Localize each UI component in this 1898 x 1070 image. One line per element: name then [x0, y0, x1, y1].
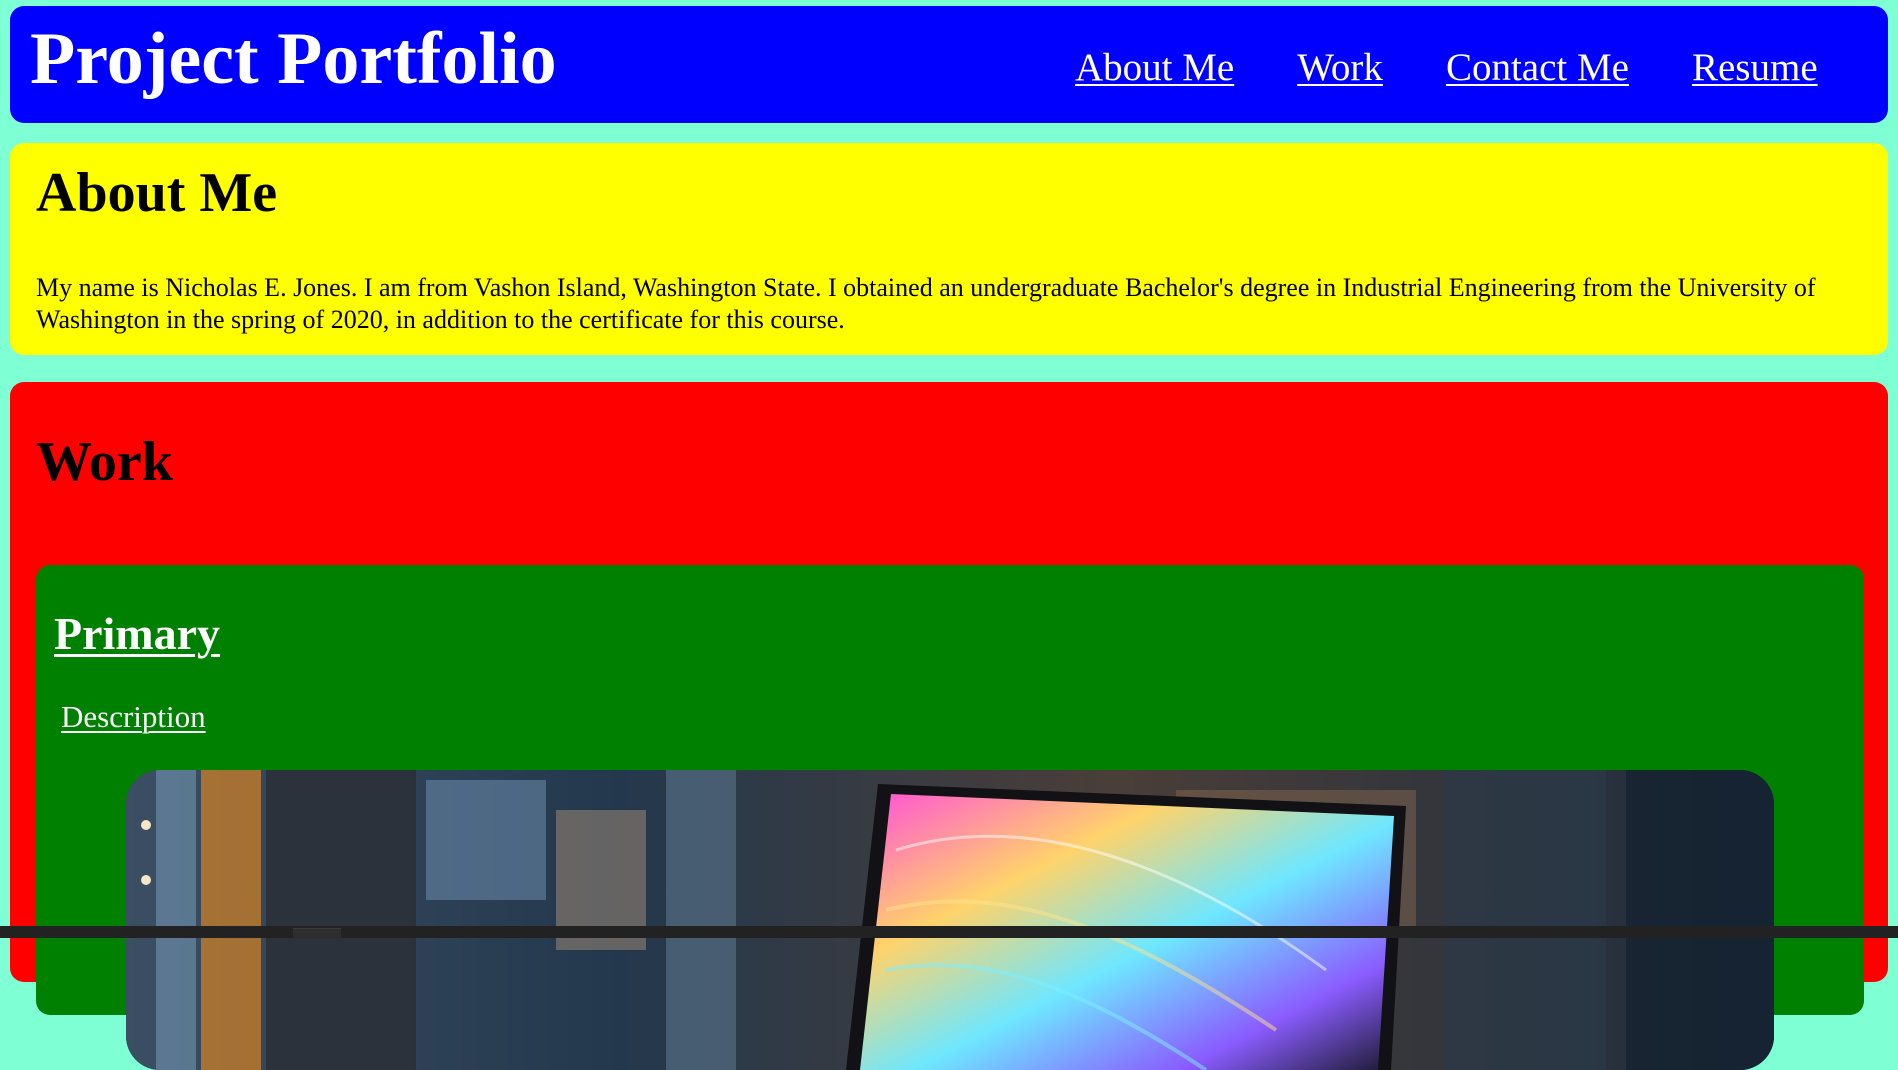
nav-work[interactable]: Work: [1297, 48, 1383, 87]
project-description-link[interactable]: Description: [61, 701, 206, 732]
site-title: Project Portfolio: [30, 18, 557, 100]
laptop-photo-illustration: [126, 770, 1774, 1070]
work-heading: Work: [36, 431, 173, 493]
about-section: About Me My name is Nicholas E. Jones. I…: [10, 143, 1888, 355]
nav-resume[interactable]: Resume: [1692, 48, 1818, 87]
os-taskbar: [0, 926, 1898, 939]
main-nav: About Me Work Contact Me Resume: [1075, 48, 1818, 87]
project-title-link[interactable]: Primary: [54, 611, 220, 657]
site-header: Project Portfolio About Me Work Contact …: [10, 6, 1888, 123]
about-heading: About Me: [36, 162, 278, 224]
project-image[interactable]: [126, 770, 1774, 1070]
taskbar-item[interactable]: [293, 928, 341, 939]
nav-about-me[interactable]: About Me: [1075, 48, 1234, 87]
nav-contact-me[interactable]: Contact Me: [1446, 48, 1629, 87]
about-text: My name is Nicholas E. Jones. I am from …: [36, 273, 1816, 334]
work-section: Work Primary Description: [10, 382, 1888, 1070]
project-card: Primary Description: [36, 565, 1864, 1070]
